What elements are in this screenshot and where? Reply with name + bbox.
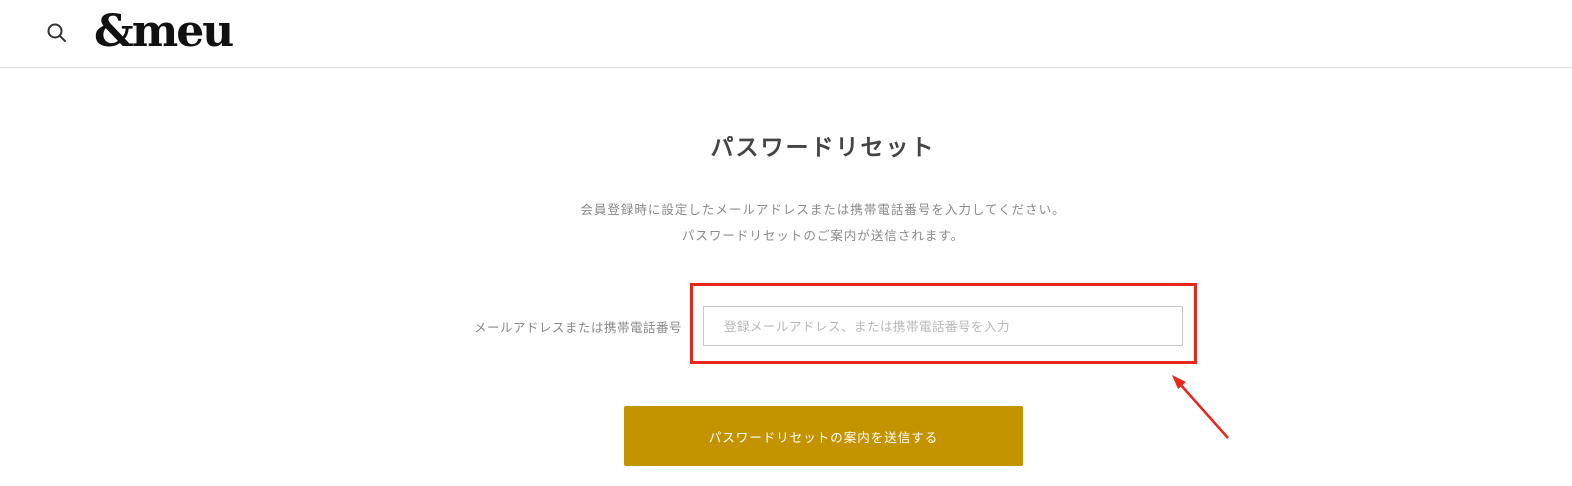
email-phone-input[interactable] [703,306,1183,346]
site-logo[interactable]: &meu [94,6,234,58]
description-line-1: 会員登録時に設定したメールアドレスまたは携帯電話番号を入力してください。 [580,202,1066,217]
page-title: パスワードリセット [710,135,936,161]
search-button[interactable] [44,20,70,46]
annotation-arrow-icon [1172,375,1229,439]
site-header: &meu [0,0,1572,68]
email-phone-label: メールアドレスまたは携帯電話番号 [473,320,682,335]
description-line-2: パスワードリセットのご案内が送信されます。 [681,228,965,243]
send-reset-button[interactable]: パスワードリセットの案内を送信する [624,406,1023,466]
search-icon [47,23,66,42]
